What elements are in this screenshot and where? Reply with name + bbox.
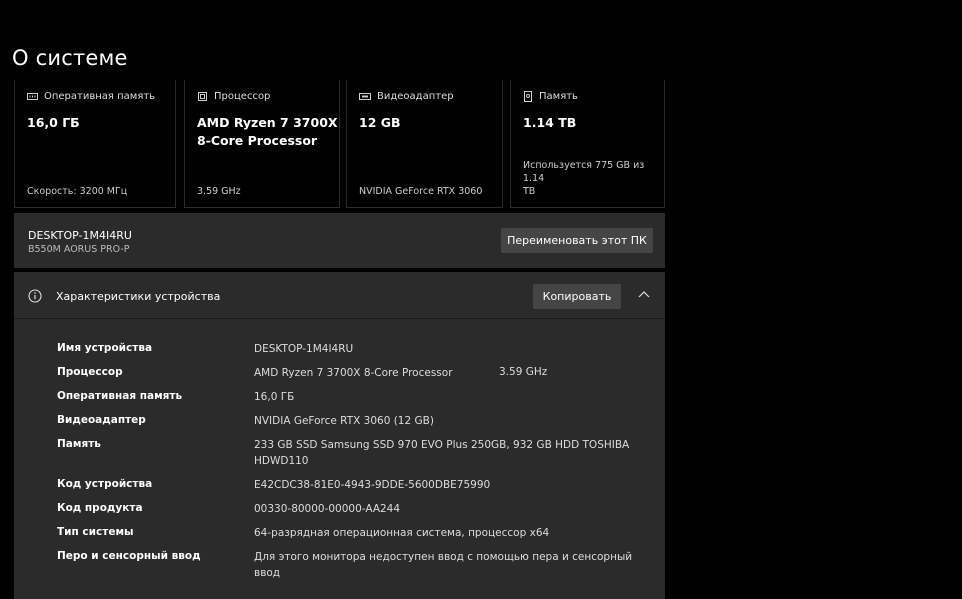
spec-value: E42CDC38-81E0-4943-9DDE-5600DBE75990 [254, 479, 491, 491]
gpu-icon [359, 92, 371, 101]
chevron-up-icon[interactable] [637, 287, 651, 306]
card-storage-sub-line1: Используется 775 GB из 1.14 [523, 160, 645, 184]
device-model: B550M AORUS PRO-P [28, 244, 130, 255]
spec-value: 16,0 ГБ [254, 391, 295, 403]
spec-value: AMD Ryzen 7 3700X 8-Core Processor [254, 367, 453, 379]
device-specs-panel: Характеристики устройства Копировать Имя… [14, 272, 665, 599]
spec-key: Память [57, 438, 101, 450]
device-name-bar: DESKTOP-1M4I4RU B550M AORUS PRO-P Переим… [14, 213, 665, 268]
card-processor-value-line1: AMD Ryzen 7 3700X [197, 115, 338, 130]
spec-key: Код продукта [57, 502, 143, 514]
device-specs-header[interactable]: Характеристики устройства Копировать [14, 272, 665, 319]
card-gpu-header: Видеоадаптер [377, 91, 454, 102]
card-processor-value: AMD Ryzen 7 3700X 8-Core Processor [197, 114, 338, 150]
spec-value: NVIDIA GeForce RTX 3060 (12 GB) [254, 415, 434, 427]
spec-value: 233 GB SSD Samsung SSD 970 EVO Plus 250G… [254, 439, 630, 467]
spec-value: Для этого монитора недоступен ввод с пом… [254, 551, 633, 579]
device-specs-title: Характеристики устройства [56, 290, 221, 303]
card-storage: Память 1.14 TB Используется 775 GB из 1.… [510, 80, 665, 208]
card-storage-value: 1.14 TB [523, 115, 577, 130]
spec-key: Имя устройства [57, 342, 153, 354]
card-storage-sub: Используется 775 GB из 1.14 TB [523, 159, 663, 198]
card-ram-value: 16,0 ГБ [27, 115, 80, 130]
card-gpu-value: 12 GB [359, 115, 401, 130]
spec-value: 00330-80000-00000-AA244 [254, 503, 401, 515]
spec-key: Видеоадаптер [57, 414, 146, 426]
page-title: О системе [12, 46, 128, 70]
card-processor-sub: 3.59 GHz [197, 186, 241, 197]
card-processor-value-line2: 8-Core Processor [197, 133, 318, 148]
card-gpu-sub: NVIDIA GeForce RTX 3060 [359, 186, 483, 197]
card-storage-header: Память [539, 91, 578, 102]
spec-value: DESKTOP-1M4I4RU [254, 343, 354, 355]
card-gpu: Видеоадаптер 12 GB NVIDIA GeForce RTX 30… [346, 80, 503, 208]
spec-key: Перо и сенсорный ввод [57, 550, 201, 562]
copy-button[interactable]: Копировать [533, 284, 621, 309]
card-ram-header: Оперативная память [44, 91, 156, 102]
storage-icon [523, 91, 533, 102]
card-storage-sub-line2: TB [523, 186, 536, 197]
card-ram-sub: Скорость: 3200 МГц [27, 186, 128, 197]
spec-key: Тип системы [57, 526, 134, 538]
card-processor-header: Процессор [214, 91, 271, 102]
spec-key: Процессор [57, 366, 123, 378]
spec-value: 64-разрядная операционная система, проце… [254, 527, 550, 539]
spec-key: Оперативная память [57, 390, 183, 402]
summary-cards: Оперативная память 16,0 ГБ Скорость: 320… [14, 80, 665, 208]
card-processor: Процессор AMD Ryzen 7 3700X 8-Core Proce… [184, 80, 340, 208]
processor-icon [197, 91, 208, 102]
device-name: DESKTOP-1M4I4RU [28, 229, 132, 242]
info-icon [28, 288, 42, 307]
spec-value-secondary: 3.59 GHz [499, 366, 548, 378]
rename-pc-button[interactable]: Переименовать этот ПК [501, 228, 653, 253]
ram-icon [27, 92, 38, 101]
card-ram: Оперативная память 16,0 ГБ Скорость: 320… [14, 80, 176, 208]
spec-key: Код устройства [57, 478, 153, 490]
